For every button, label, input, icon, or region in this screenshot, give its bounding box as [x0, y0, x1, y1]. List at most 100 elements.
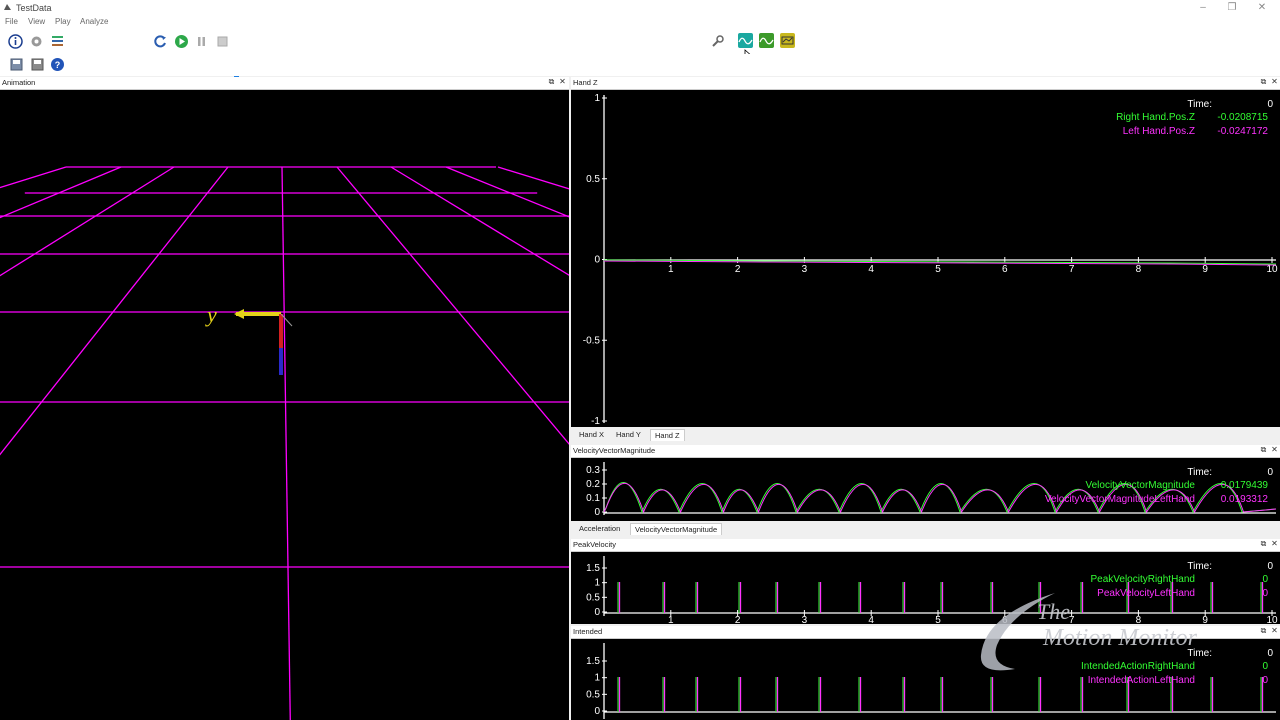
y-tick-label: 1 [594, 578, 600, 589]
velocity-panel-title: VelocityVectorMagnitude [573, 446, 656, 455]
x-tick-label: 3 [802, 264, 808, 275]
close-button[interactable]: ✕ [1253, 1, 1271, 14]
legend-time-value: 0 [1267, 99, 1273, 110]
x-tick-label: 3 [802, 615, 808, 624]
legend-series-value: 0 [1262, 661, 1268, 672]
pause-icon[interactable] [194, 34, 209, 49]
tab-hand-z[interactable]: Hand Z [650, 429, 685, 441]
motion-monitor-logo: The Motion Monitor [980, 593, 1198, 671]
y-tick-label: 0 [594, 607, 600, 618]
y-tick-label: 0.5 [586, 689, 600, 700]
x-tick-label: 10 [1266, 615, 1278, 624]
legend-series-value: 0 [1262, 588, 1268, 599]
logo-text-line1: The [1037, 599, 1070, 624]
tab-hand-x[interactable]: Hand X [575, 429, 608, 440]
float-icon[interactable]: ⧉ [1259, 539, 1268, 549]
grid-line [0, 166, 67, 189]
play-icon[interactable] [174, 34, 189, 49]
legend-time-value: 0 [1267, 467, 1273, 478]
legend-time-label: Time: [1187, 99, 1212, 110]
hand-z-panel-header: Hand Z ⧉ ✕ [571, 77, 1280, 90]
minimize-button[interactable]: – [1194, 1, 1212, 14]
y-tick-label: 1 [594, 673, 600, 684]
tab-hand-y[interactable]: Hand Y [612, 429, 645, 440]
peak-velocity-panel-header: PeakVelocity ⧉ ✕ [571, 539, 1280, 552]
logo-text-line2: Motion Monitor [1042, 625, 1198, 651]
save-icon[interactable] [30, 57, 45, 72]
legend-time-value: 0 [1267, 561, 1273, 572]
tab-acceleration[interactable]: Acceleration [575, 523, 624, 534]
legend-series-name: Right Hand.Pos.Z [1116, 112, 1195, 123]
y-tick-label: -1 [591, 416, 600, 427]
graph-yellow-icon[interactable] [780, 33, 795, 48]
grid-line [281, 166, 291, 720]
grid-line [497, 166, 569, 190]
close-icon[interactable]: ✕ [1270, 626, 1279, 635]
tab-velocity-vector-magnitude[interactable]: VelocityVectorMagnitude [630, 523, 723, 535]
legend-series-value: 0.0179439 [1221, 480, 1269, 491]
velocity-panel-header: VelocityVectorMagnitude ⧉ ✕ [571, 445, 1280, 458]
info-icon[interactable] [8, 34, 23, 49]
legend-series-name: PeakVelocityRightHand [1090, 574, 1195, 585]
legend-series-value: 0.0193312 [1221, 494, 1269, 505]
hand-z-plot[interactable]: 1 0.5 0 -0.5 -1 1 2 3 4 5 6 7 8 9 10 Time: 0 Right Ha… [571, 90, 1280, 427]
y-tick-label: 0.1 [586, 493, 600, 504]
grid-line [390, 166, 569, 276]
reset-icon[interactable] [153, 34, 168, 49]
float-icon[interactable]: ⧉ [1259, 626, 1268, 636]
close-icon[interactable]: ✕ [1270, 445, 1279, 454]
x-tick-label: 10 [1266, 264, 1278, 275]
menu-play[interactable]: Play [55, 17, 71, 26]
close-icon[interactable]: ✕ [1270, 77, 1279, 86]
x-tick-label: 9 [1202, 264, 1208, 275]
maximize-button[interactable]: ❐ [1223, 1, 1241, 14]
stop-icon[interactable] [215, 34, 230, 49]
help-icon[interactable]: ? [50, 57, 65, 72]
y-tick-label: 0.2 [586, 479, 600, 490]
legend-series-name: VelocityVectorMagnitudeLeftHand [1045, 494, 1195, 505]
grid-line [0, 166, 229, 456]
x-tick-label: 1 [668, 264, 674, 275]
velocity-legend: Time: 0 VelocityVectorMagnitude 0.017943… [1045, 467, 1274, 505]
channels-icon[interactable] [50, 34, 65, 49]
velocity-plot[interactable]: 0.3 0.2 0.1 0 Time: 0 VelocityVectorMagnitu… [571, 458, 1280, 521]
legend-series-value: 0 [1262, 574, 1268, 585]
graph-green-icon[interactable] [759, 33, 774, 48]
x-tick-label: 2 [735, 615, 741, 624]
y-tick-label: 0.3 [586, 465, 600, 476]
axis-y-label: y [205, 302, 217, 327]
animation-viewport[interactable]: y [0, 90, 569, 720]
grid-line [445, 166, 569, 218]
y-tick-label: 0 [594, 507, 600, 518]
y-tick-label: -0.5 [583, 335, 601, 346]
menu-file[interactable]: File [5, 17, 18, 26]
gear-icon[interactable] [29, 34, 44, 49]
float-icon[interactable]: ⧉ [1259, 445, 1268, 455]
animation-panel-title: Animation [2, 78, 36, 87]
x-tick-label: 8 [1136, 264, 1142, 275]
hand-z-legend: Time: 0 Right Hand.Pos.Z -0.0208715 Left… [1116, 99, 1273, 137]
peak-velocity-panel-title: PeakVelocity [573, 540, 616, 549]
close-icon[interactable]: ✕ [1270, 539, 1279, 548]
graph-cyan-icon[interactable] [738, 33, 753, 48]
legend-series-value: -0.0247172 [1217, 126, 1268, 137]
y-tick-label: 1 [594, 93, 600, 104]
close-icon[interactable]: ✕ [558, 77, 567, 86]
open-icon[interactable] [9, 57, 24, 72]
float-icon[interactable]: ⧉ [547, 77, 556, 87]
y-tick-label: 0.5 [586, 174, 600, 185]
legend-series-value: -0.0208715 [1217, 112, 1268, 123]
title-bar: TestData – ❐ ✕ [0, 0, 1280, 16]
float-icon[interactable]: ⧉ [1259, 77, 1268, 87]
menu-view[interactable]: View [28, 17, 45, 26]
y-tick-label: 0 [594, 255, 600, 266]
y-tick-label: 1.5 [586, 563, 600, 574]
menu-analyze[interactable]: Analyze [80, 17, 108, 26]
grid-line [0, 166, 175, 277]
wrench-icon[interactable] [710, 34, 725, 49]
x-tick-label: 6 [1002, 264, 1008, 275]
x-tick-label: 1 [668, 615, 674, 624]
x-tick-label: 5 [935, 264, 941, 275]
x-tick-label: 2 [735, 264, 741, 275]
svg-text:?: ? [55, 60, 61, 70]
